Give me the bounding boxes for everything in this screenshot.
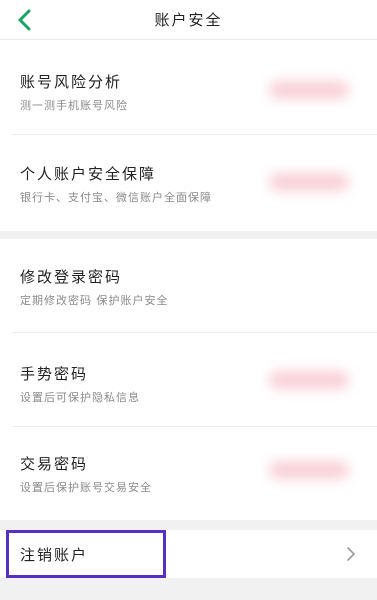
item-title: 个人账户安全保障: [20, 165, 157, 183]
blurred-value: [269, 461, 349, 479]
item-subtitle: 设置后可保护隐私信息: [20, 391, 140, 404]
section-gap: [0, 231, 377, 239]
item-title: 交易密码: [20, 455, 89, 473]
list-item-account-protection[interactable]: 个人账户安全保障 银行卡、支付宝、微信账户全面保障: [0, 135, 377, 231]
blurred-value: [269, 81, 349, 99]
list-item-risk-analysis[interactable]: 账号风险分析 测一测手机账号风险: [0, 41, 377, 134]
list-item-gesture-password[interactable]: 手势密码 设置后可保护隐私信息: [0, 333, 377, 426]
highlight-box: [6, 530, 166, 578]
item-subtitle: 银行卡、支付宝、微信账户全面保障: [20, 191, 212, 204]
list-item-change-password[interactable]: 修改登录密码 定期修改密码 保护账户安全: [0, 239, 377, 332]
section-gap: [0, 520, 377, 530]
header-bar: 账户安全: [0, 0, 377, 40]
section-passwords: 修改登录密码 定期修改密码 保护账户安全 手势密码 设置后可保护隐私信息 交易密…: [0, 239, 377, 520]
item-subtitle: 测一测手机账号风险: [20, 99, 128, 112]
bottom-gap: [0, 578, 377, 600]
item-title: 手势密码: [20, 365, 89, 383]
page-title: 账户安全: [154, 11, 223, 29]
item-subtitle: 定期修改密码 保护账户安全: [20, 294, 169, 307]
item-title: 修改登录密码: [20, 268, 123, 286]
chevron-right-icon: [347, 547, 355, 561]
section-risk: 账号风险分析 测一测手机账号风险 个人账户安全保障 银行卡、支付宝、微信账户全面…: [0, 41, 377, 231]
list-item-trade-password[interactable]: 交易密码 设置后保护账号交易安全: [0, 427, 377, 520]
blurred-value: [269, 371, 349, 389]
item-subtitle: 设置后保护账号交易安全: [20, 481, 152, 494]
item-title: 账号风险分析: [20, 73, 123, 91]
blurred-value: [269, 173, 349, 191]
